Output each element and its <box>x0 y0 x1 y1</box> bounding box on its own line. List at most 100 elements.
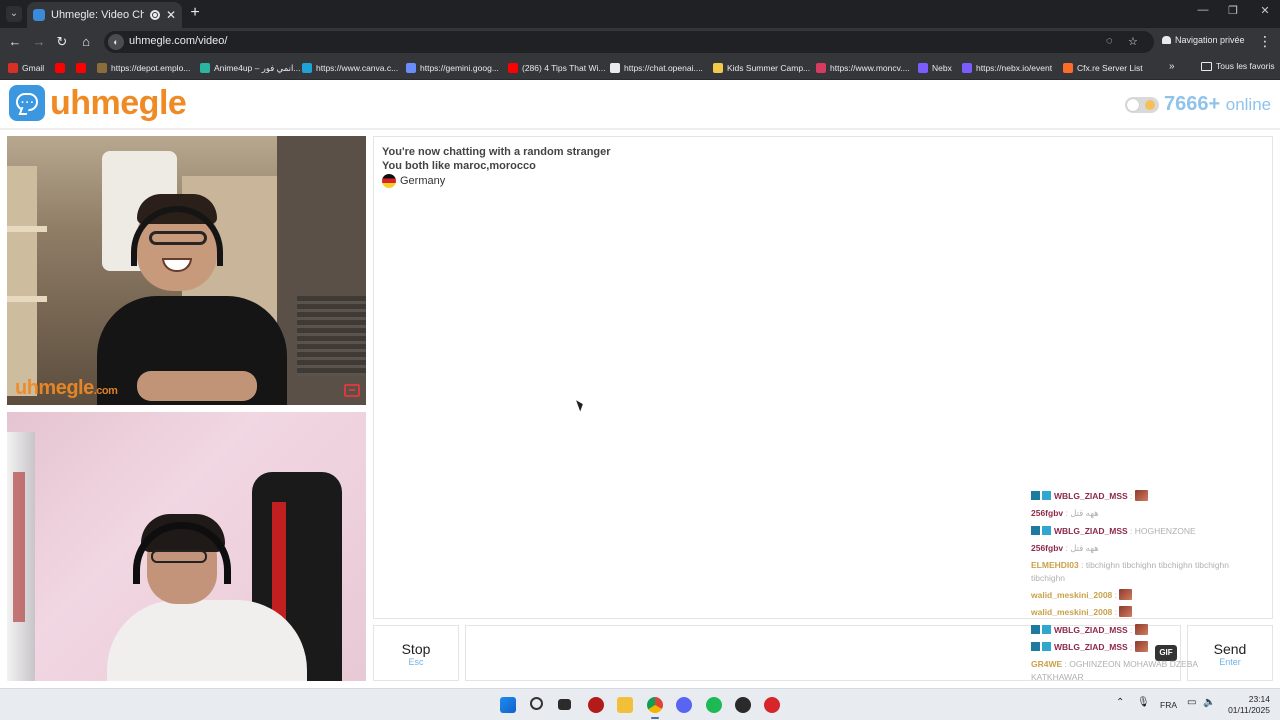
tab-favicon-icon <box>33 9 45 21</box>
home-button[interactable]: ⌂ <box>78 34 94 50</box>
feed-username: WBLG_ZIAD_MSS <box>1054 642 1128 653</box>
nebx-icon <box>918 63 928 73</box>
system-message: You're now chatting with a random strang… <box>382 146 611 158</box>
feed-message: walid_meskini_2008 : <box>1031 604 1231 621</box>
site-favicon-icon <box>816 63 826 73</box>
feed-text: ﻫﻬﻪ ﻗﺘﻞ <box>1070 542 1099 553</box>
openai-icon <box>610 63 620 73</box>
germany-flag-icon <box>382 174 396 188</box>
site-header: ··· uhmegle 7666+ online <box>0 80 1280 130</box>
browser-tab-bar: ⌄ Uhmegle: Video Chat | Ran ✕ + — ❐ ✕ <box>0 0 1280 28</box>
stranger-video: uhmegle.com <box>7 136 366 405</box>
forward-button[interactable]: → <box>31 34 47 50</box>
sticker-image <box>1119 589 1133 601</box>
windows-start-icon[interactable] <box>500 697 516 713</box>
site-favicon-icon <box>713 63 723 73</box>
bookmark-nebx-event[interactable]: https://nebx.io/event <box>962 61 1052 75</box>
new-tab-button[interactable]: + <box>186 4 204 22</box>
logo-chat-icon[interactable]: ··· <box>9 85 45 121</box>
youtube-icon <box>508 63 518 73</box>
search-icon[interactable] <box>530 697 543 710</box>
bookmark-cfx[interactable]: Cfx.re Server List <box>1063 61 1143 75</box>
tab-title: Uhmegle: Video Chat | Ran <box>51 9 144 21</box>
gemini-icon <box>406 63 416 73</box>
bookmark-gmail[interactable]: Gmail <box>8 61 44 75</box>
feed-message: WBLG_ZIAD_MSS : <box>1031 488 1231 505</box>
bookmark-canva[interactable]: https://www.canva.c... <box>302 61 398 75</box>
minimize-button[interactable]: — <box>1188 4 1218 16</box>
private-browsing-badge[interactable]: Navigation privée <box>1162 35 1245 45</box>
stop-shortcut-hint: Esc <box>408 657 424 667</box>
stop-button[interactable]: Stop Esc <box>373 625 459 681</box>
common-interests-message: You both like maroc,morocco <box>382 160 536 172</box>
microphone-icon[interactable]: 🎙 <box>1137 697 1150 708</box>
discord-icon[interactable] <box>676 697 692 713</box>
url-text[interactable]: uhmegle.com/video/ <box>129 35 227 47</box>
task-view-icon[interactable] <box>558 699 571 710</box>
tab-search-button[interactable]: ⌄ <box>6 6 22 22</box>
stranger-person <box>97 194 287 405</box>
close-tab-icon[interactable]: ✕ <box>166 8 176 22</box>
report-flag-icon[interactable] <box>344 384 360 397</box>
bookmark-anime4up[interactable]: Anime4up – انمي فور... <box>200 61 300 75</box>
logo-text[interactable]: uhmegle <box>50 84 187 123</box>
stream-chat-overlay: WBLG_ZIAD_MSS : 256fgbv : ﻫﻬﻪ ﻗﺘﻞ WBLG_ZI… <box>1031 488 1231 708</box>
incognito-icon <box>1162 36 1171 44</box>
sticker-image <box>1134 623 1148 635</box>
bookmark-moncv[interactable]: https://www.moncv.... <box>816 61 910 75</box>
bookmark-star-icon[interactable]: ☆ <box>1128 35 1138 48</box>
bookmark-kids-camp[interactable]: Kids Summer Camp... <box>713 61 810 75</box>
eye-off-icon[interactable]: ◌ <box>1106 35 1113 47</box>
theme-toggle[interactable] <box>1125 97 1159 113</box>
feed-username: walid_meskini_2008 <box>1031 590 1113 601</box>
feed-message: walid_meskini_2008 : <box>1031 587 1231 604</box>
bookmark-depot-emploi[interactable]: https://depot.emplo... <box>97 61 190 75</box>
feed-username: WBLG_ZIAD_MSS <box>1054 525 1128 536</box>
country-name: Germany <box>400 175 446 187</box>
feed-message: GR4WE : OGHINZEON MOHAWAB DZEBA KATKHAWA… <box>1031 659 1198 683</box>
active-tab[interactable]: Uhmegle: Video Chat | Ran ✕ <box>27 2 182 28</box>
canva-icon <box>302 63 312 73</box>
feed-username: 256fgbv <box>1031 542 1064 553</box>
bookmark-nebx[interactable]: Nebx <box>918 61 952 75</box>
bookmark-youtube-2[interactable] <box>76 61 86 75</box>
system-clock[interactable]: 23:14 01/11/2025 <box>1222 694 1270 716</box>
feed-message: WBLG_ZIAD_MSS : <box>1031 639 1231 656</box>
tray-overflow-icon[interactable]: ⌃ <box>1116 697 1124 708</box>
all-bookmarks-folder[interactable]: Tous les favoris <box>1201 61 1275 71</box>
nebx-icon <box>962 63 972 73</box>
cfx-icon <box>1063 63 1073 73</box>
app-icon[interactable] <box>764 697 780 713</box>
browser-menu-icon[interactable]: ⋮ <box>1258 33 1272 50</box>
reload-button[interactable]: ↻ <box>54 34 70 50</box>
network-icon[interactable]: ▭ <box>1187 697 1196 708</box>
spotify-icon[interactable] <box>706 697 722 713</box>
bookmark-chatgpt[interactable]: https://chat.openai.... <box>610 61 703 75</box>
address-bar[interactable]: ◐ uhmegle.com/video/ ◌ ☆ <box>104 31 1154 53</box>
browser-toolbar: ← → ↻ ⌂ ◐ uhmegle.com/video/ ◌ ☆ Navigat… <box>0 28 1280 56</box>
file-explorer-icon[interactable] <box>617 697 633 713</box>
bookmark-youtube-video[interactable]: (286) 4 Tips That Wi... <box>508 61 605 75</box>
badge-icon <box>1031 491 1051 500</box>
background-door <box>7 432 35 681</box>
online-count-value: 7666+ <box>1164 93 1221 115</box>
maximize-button[interactable]: ❐ <box>1218 4 1248 17</box>
feed-username: ELMEHDI03 <box>1031 560 1079 571</box>
volume-icon[interactable]: 🔈 <box>1203 697 1215 708</box>
obs-icon[interactable] <box>735 697 751 713</box>
bookmark-gemini[interactable]: https://gemini.goog... <box>406 61 499 75</box>
chrome-icon[interactable] <box>647 697 663 713</box>
bookmark-youtube-1[interactable] <box>55 61 65 75</box>
feed-username: walid_meskini_2008 <box>1031 607 1113 618</box>
feed-username: GR4WE <box>1031 659 1063 670</box>
feed-text: ﻫﻬﻪ ﻗﺘﻞ <box>1070 508 1099 519</box>
language-indicator[interactable]: FRA <box>1160 700 1177 710</box>
more-bookmarks-icon[interactable]: » <box>1169 61 1175 72</box>
site-info-icon[interactable]: ◐ <box>108 34 124 50</box>
youtube-icon <box>55 63 65 73</box>
bookmarks-bar: Gmail https://depot.emplo... Anime4up – … <box>0 56 1280 80</box>
app-icon[interactable] <box>588 697 604 713</box>
badge-icon <box>1031 642 1051 652</box>
back-button[interactable]: ← <box>7 34 23 50</box>
close-window-button[interactable]: ✕ <box>1250 4 1280 17</box>
